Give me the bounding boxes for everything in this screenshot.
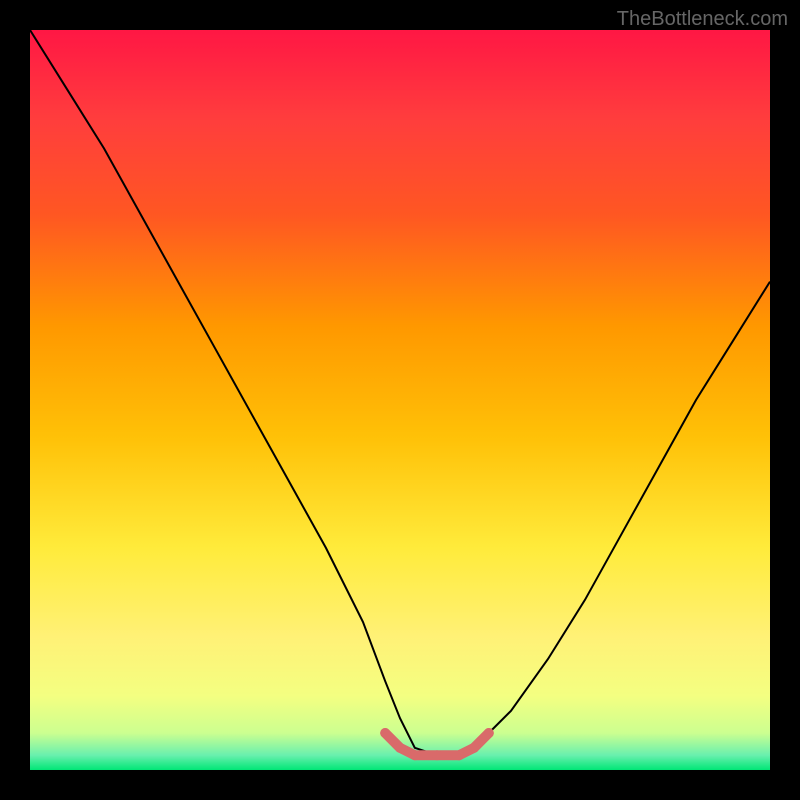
highlight-dot xyxy=(395,743,405,753)
chart-svg xyxy=(30,30,770,770)
highlight-dot xyxy=(469,743,479,753)
highlight-dot xyxy=(380,728,390,738)
chart-container xyxy=(30,30,770,770)
highlight-dot xyxy=(410,750,420,760)
highlight-dot xyxy=(484,728,494,738)
highlight-dot xyxy=(454,750,464,760)
gradient-background xyxy=(30,30,770,770)
highlight-dot xyxy=(432,750,442,760)
watermark-text: TheBottleneck.com xyxy=(617,8,788,31)
